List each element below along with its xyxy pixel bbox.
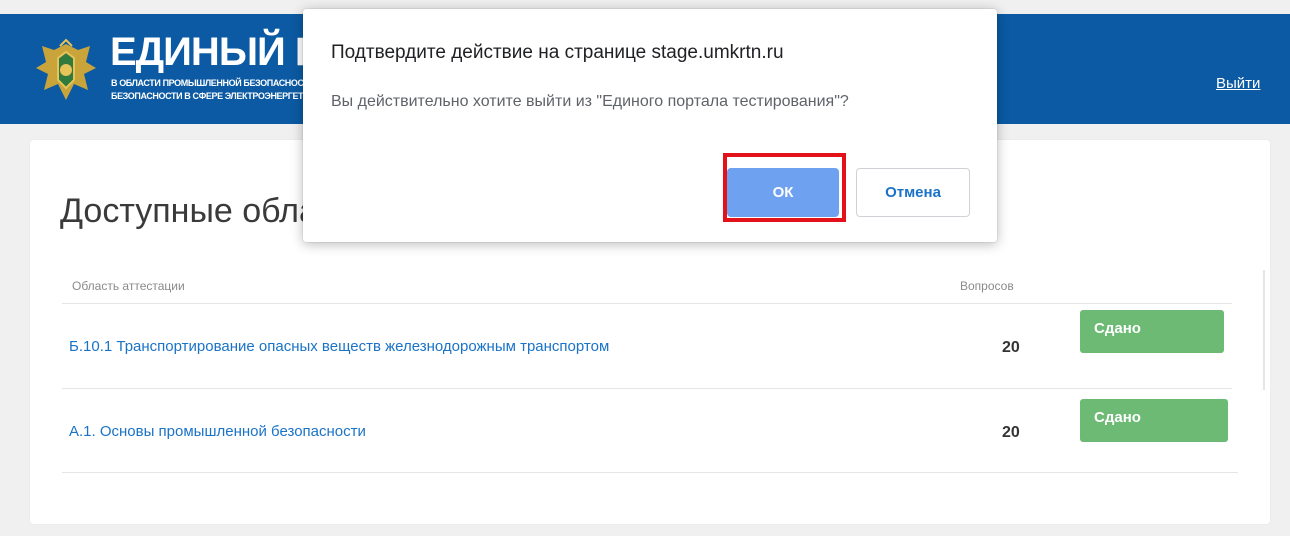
dialog-title: Подтвердите действие на странице stage.u… bbox=[331, 42, 784, 63]
status-badge: Сдано bbox=[1080, 399, 1228, 442]
table-row-area-link[interactable]: А.1. Основы промышленной безопасности bbox=[69, 423, 366, 440]
table-row-questions: 20 bbox=[1002, 424, 1020, 441]
logout-link[interactable]: Выйти bbox=[1216, 75, 1260, 92]
column-header-area: Область аттестации bbox=[72, 279, 185, 293]
divider bbox=[62, 388, 1232, 389]
emblem-icon bbox=[36, 38, 96, 100]
table-row-questions: 20 bbox=[1002, 339, 1020, 356]
confirm-dialog: Подтвердите действие на странице stage.u… bbox=[303, 9, 997, 242]
brand-subtitle: В ОБЛАСТИ ПРОМЫШЛЕННОЙ БЕЗОПАСНОСТИ, БЕЗ… bbox=[111, 77, 321, 103]
column-header-questions: Вопросов bbox=[960, 279, 1014, 293]
scrollbar[interactable] bbox=[1263, 270, 1265, 390]
divider bbox=[62, 472, 1238, 473]
status-badge: Сдано bbox=[1080, 310, 1224, 353]
divider bbox=[62, 303, 1232, 304]
brand-subtitle-line1: В ОБЛАСТИ ПРОМЫШЛЕННОЙ БЕЗОПАСНОСТИ, bbox=[111, 78, 317, 88]
cancel-button[interactable]: Отмена bbox=[856, 168, 970, 217]
dialog-message: Вы действительно хотите выйти из "Единог… bbox=[331, 93, 849, 110]
brand-subtitle-line2: БЕЗОПАСНОСТИ В СФЕРЕ ЭЛЕКТРОЭНЕРГЕТИКИ bbox=[111, 91, 321, 101]
ok-button[interactable]: ОК bbox=[727, 168, 839, 217]
table-row-area-link[interactable]: Б.10.1 Транспортирование опасных веществ… bbox=[69, 338, 609, 355]
